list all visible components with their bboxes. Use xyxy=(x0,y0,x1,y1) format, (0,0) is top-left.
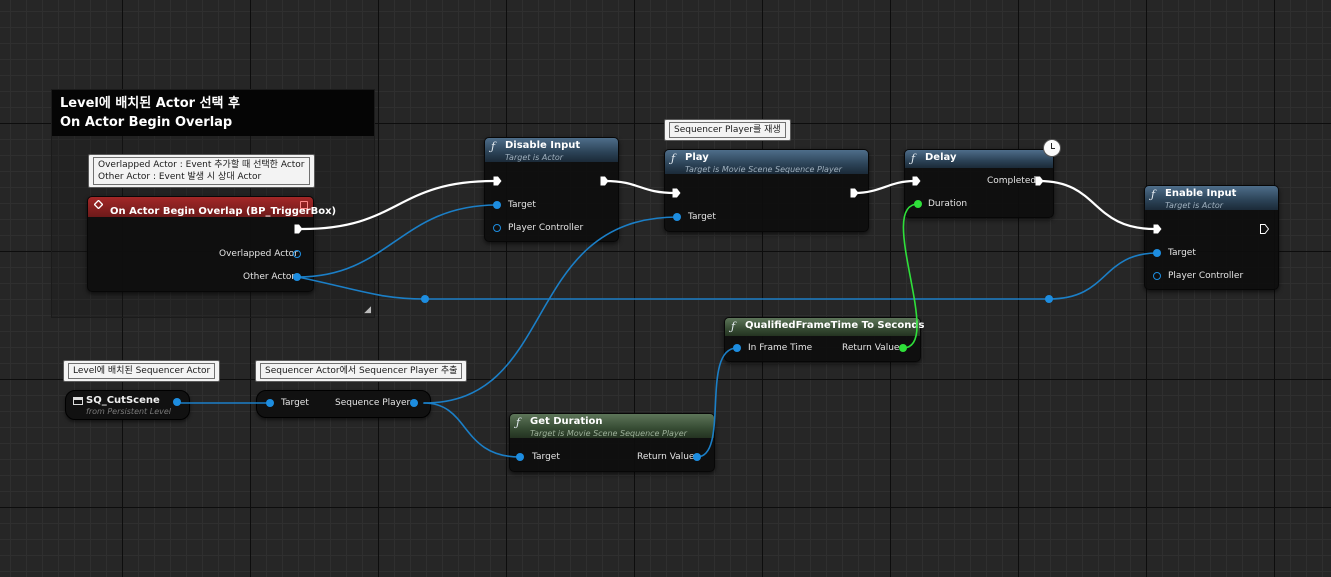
sq-cutscene-subtitle: from Persistent Level xyxy=(86,407,171,416)
event-exec-out-pin[interactable] xyxy=(294,224,303,234)
event-node-header: On Actor Begin Overlap (BP_TriggerBox) xyxy=(88,197,336,217)
wire-player-to-getduration-target xyxy=(423,402,521,458)
qft-in-frame-time-pin[interactable] xyxy=(733,344,741,352)
sq-cutscene-variable-node[interactable]: SQ_CutScene from Persistent Level xyxy=(65,390,190,420)
get-duration-target-pin[interactable] xyxy=(516,453,524,461)
enable-input-subtitle: Target is Actor xyxy=(1165,201,1224,210)
enable-input-exec-out-pin[interactable] xyxy=(1260,224,1269,234)
clapperboard-icon xyxy=(73,397,83,405)
delay-completed-pin[interactable] xyxy=(1035,176,1044,186)
pin-label-target: Target xyxy=(281,398,309,408)
comment-bubble-inner: Sequencer Player를 재생 xyxy=(669,122,786,138)
pin-label-player-controller: Player Controller xyxy=(1168,271,1244,281)
comment-bubble-inner: Overlapped Actor : Event 추가할 때 선택한 Actor… xyxy=(93,157,310,185)
play-exec-out-pin[interactable] xyxy=(850,188,859,198)
pin-label-return-value: Return Value xyxy=(637,452,695,462)
disable-input-subtitle: Target is Actor xyxy=(505,153,564,162)
play-subtitle: Target is Movie Scene Sequence Player xyxy=(685,165,842,174)
pin-label-target: Target xyxy=(688,212,716,222)
comment-bubble-play[interactable]: Sequencer Player를 재생 xyxy=(664,119,791,141)
delay-header: ƒ Delay xyxy=(905,150,1053,168)
comment-bubble-overlap[interactable]: Overlapped Actor : Event 추가할 때 선택한 Actor… xyxy=(88,154,315,188)
delay-exec-in-pin[interactable] xyxy=(912,176,921,186)
bubble-line: Overlapped Actor : Event 추가할 때 선택한 Actor xyxy=(98,160,305,170)
qualified-frame-time-to-seconds-node[interactable]: ƒ QualifiedFrameTime To Seconds xyxy=(724,317,925,362)
clock-icon xyxy=(1043,139,1061,157)
qft-header: ƒ QualifiedFrameTime To Seconds xyxy=(725,318,925,336)
disable-input-header: ƒ Disable Input Target is Actor xyxy=(485,138,618,162)
comment-bubble-inner: Level에 배치된 Sequencer Actor xyxy=(68,363,216,379)
enable-input-exec-in-pin[interactable] xyxy=(1153,224,1162,234)
wire-other-actor-to-enable-target xyxy=(297,252,1159,300)
pin-label-completed: Completed xyxy=(987,176,1037,186)
bubble-line: Other Actor : Event 발생 시 상대 Actor xyxy=(98,172,262,182)
pin-label-duration: Duration xyxy=(928,199,968,209)
pin-label-in-frame-time: In Frame Time xyxy=(748,343,813,353)
wire-reroute-knot xyxy=(1045,295,1053,303)
qft-title: QualifiedFrameTime To Seconds xyxy=(745,320,925,331)
comment-bubble-extract[interactable]: Sequencer Actor에서 Sequencer Player 추출 xyxy=(255,360,468,382)
disable-input-target-pin[interactable] xyxy=(493,201,501,209)
pin-label-target: Target xyxy=(1168,248,1196,258)
function-icon: ƒ xyxy=(911,152,916,165)
function-icon: ƒ xyxy=(671,152,676,165)
resize-grip-icon[interactable]: ◢ xyxy=(364,305,371,315)
pin-label-player-controller: Player Controller xyxy=(508,223,584,233)
disable-input-player-controller-pin[interactable] xyxy=(493,224,501,232)
function-icon: ƒ xyxy=(491,140,496,153)
comment-title: Level에 배치된 Actor 선택 후 On Actor Begin Ove… xyxy=(52,90,374,136)
enable-input-target-pin[interactable] xyxy=(1153,249,1161,257)
overlapped-actor-pin[interactable] xyxy=(293,250,301,258)
get-duration-title: Get Duration xyxy=(530,416,603,427)
pin-label-sequence-player: Sequence Player xyxy=(335,398,411,408)
comment-bubble-level-actor[interactable]: Level에 배치된 Sequencer Actor xyxy=(63,360,221,382)
enable-input-player-controller-pin[interactable] xyxy=(1153,272,1161,280)
play-exec-in-pin[interactable] xyxy=(672,188,681,198)
wire-reroute-knot xyxy=(421,295,429,303)
play-target-pin[interactable] xyxy=(673,213,681,221)
get-duration-subtitle: Target is Movie Scene Sequence Player xyxy=(530,429,687,438)
sq-cutscene-name: SQ_CutScene xyxy=(86,395,160,406)
exec-wire-delay-to-enable xyxy=(1037,179,1157,231)
play-title: Play xyxy=(685,152,709,163)
get-duration-return-value-pin[interactable] xyxy=(693,453,701,461)
delay-title: Delay xyxy=(925,152,957,163)
qft-return-value-pin[interactable] xyxy=(899,344,907,352)
disable-input-exec-in-pin[interactable] xyxy=(493,176,502,186)
delay-duration-pin[interactable] xyxy=(914,200,922,208)
function-icon: ƒ xyxy=(1151,188,1156,201)
get-player-sequence-player-pin[interactable] xyxy=(410,399,418,407)
pin-label-return-value: Return Value xyxy=(842,343,900,353)
enable-input-title: Enable Input xyxy=(1165,188,1237,199)
disable-input-exec-out-pin[interactable] xyxy=(600,176,609,186)
pin-label-other-actor: Other Actor xyxy=(243,272,296,282)
event-icon xyxy=(94,200,103,209)
get-duration-header: ƒ Get Duration Target is Movie Scene Seq… xyxy=(510,414,714,438)
function-icon: ƒ xyxy=(516,416,521,429)
comment-line-1: Level에 배치된 Actor 선택 후 xyxy=(60,96,240,111)
play-header: ƒ Play Target is Movie Scene Sequence Pl… xyxy=(665,150,868,174)
sq-cutscene-output-pin[interactable] xyxy=(173,398,181,406)
comment-line-2: On Actor Begin Overlap xyxy=(60,115,233,130)
pin-label-target: Target xyxy=(508,200,536,210)
pin-label-overlapped-actor: Overlapped Actor xyxy=(219,249,298,259)
comment-bubble-inner: Sequencer Actor에서 Sequencer Player 추출 xyxy=(260,363,463,379)
function-icon: ƒ xyxy=(731,320,736,333)
other-actor-pin[interactable] xyxy=(293,273,301,281)
disable-input-title: Disable Input xyxy=(505,140,581,151)
get-duration-node[interactable]: ƒ Get Duration Target is Movie Scene Seq… xyxy=(509,413,715,472)
get-player-target-pin[interactable] xyxy=(266,399,274,407)
stop-icon xyxy=(300,201,308,209)
enable-input-header: ƒ Enable Input Target is Actor xyxy=(1145,186,1278,210)
pin-label-target: Target xyxy=(532,452,560,462)
